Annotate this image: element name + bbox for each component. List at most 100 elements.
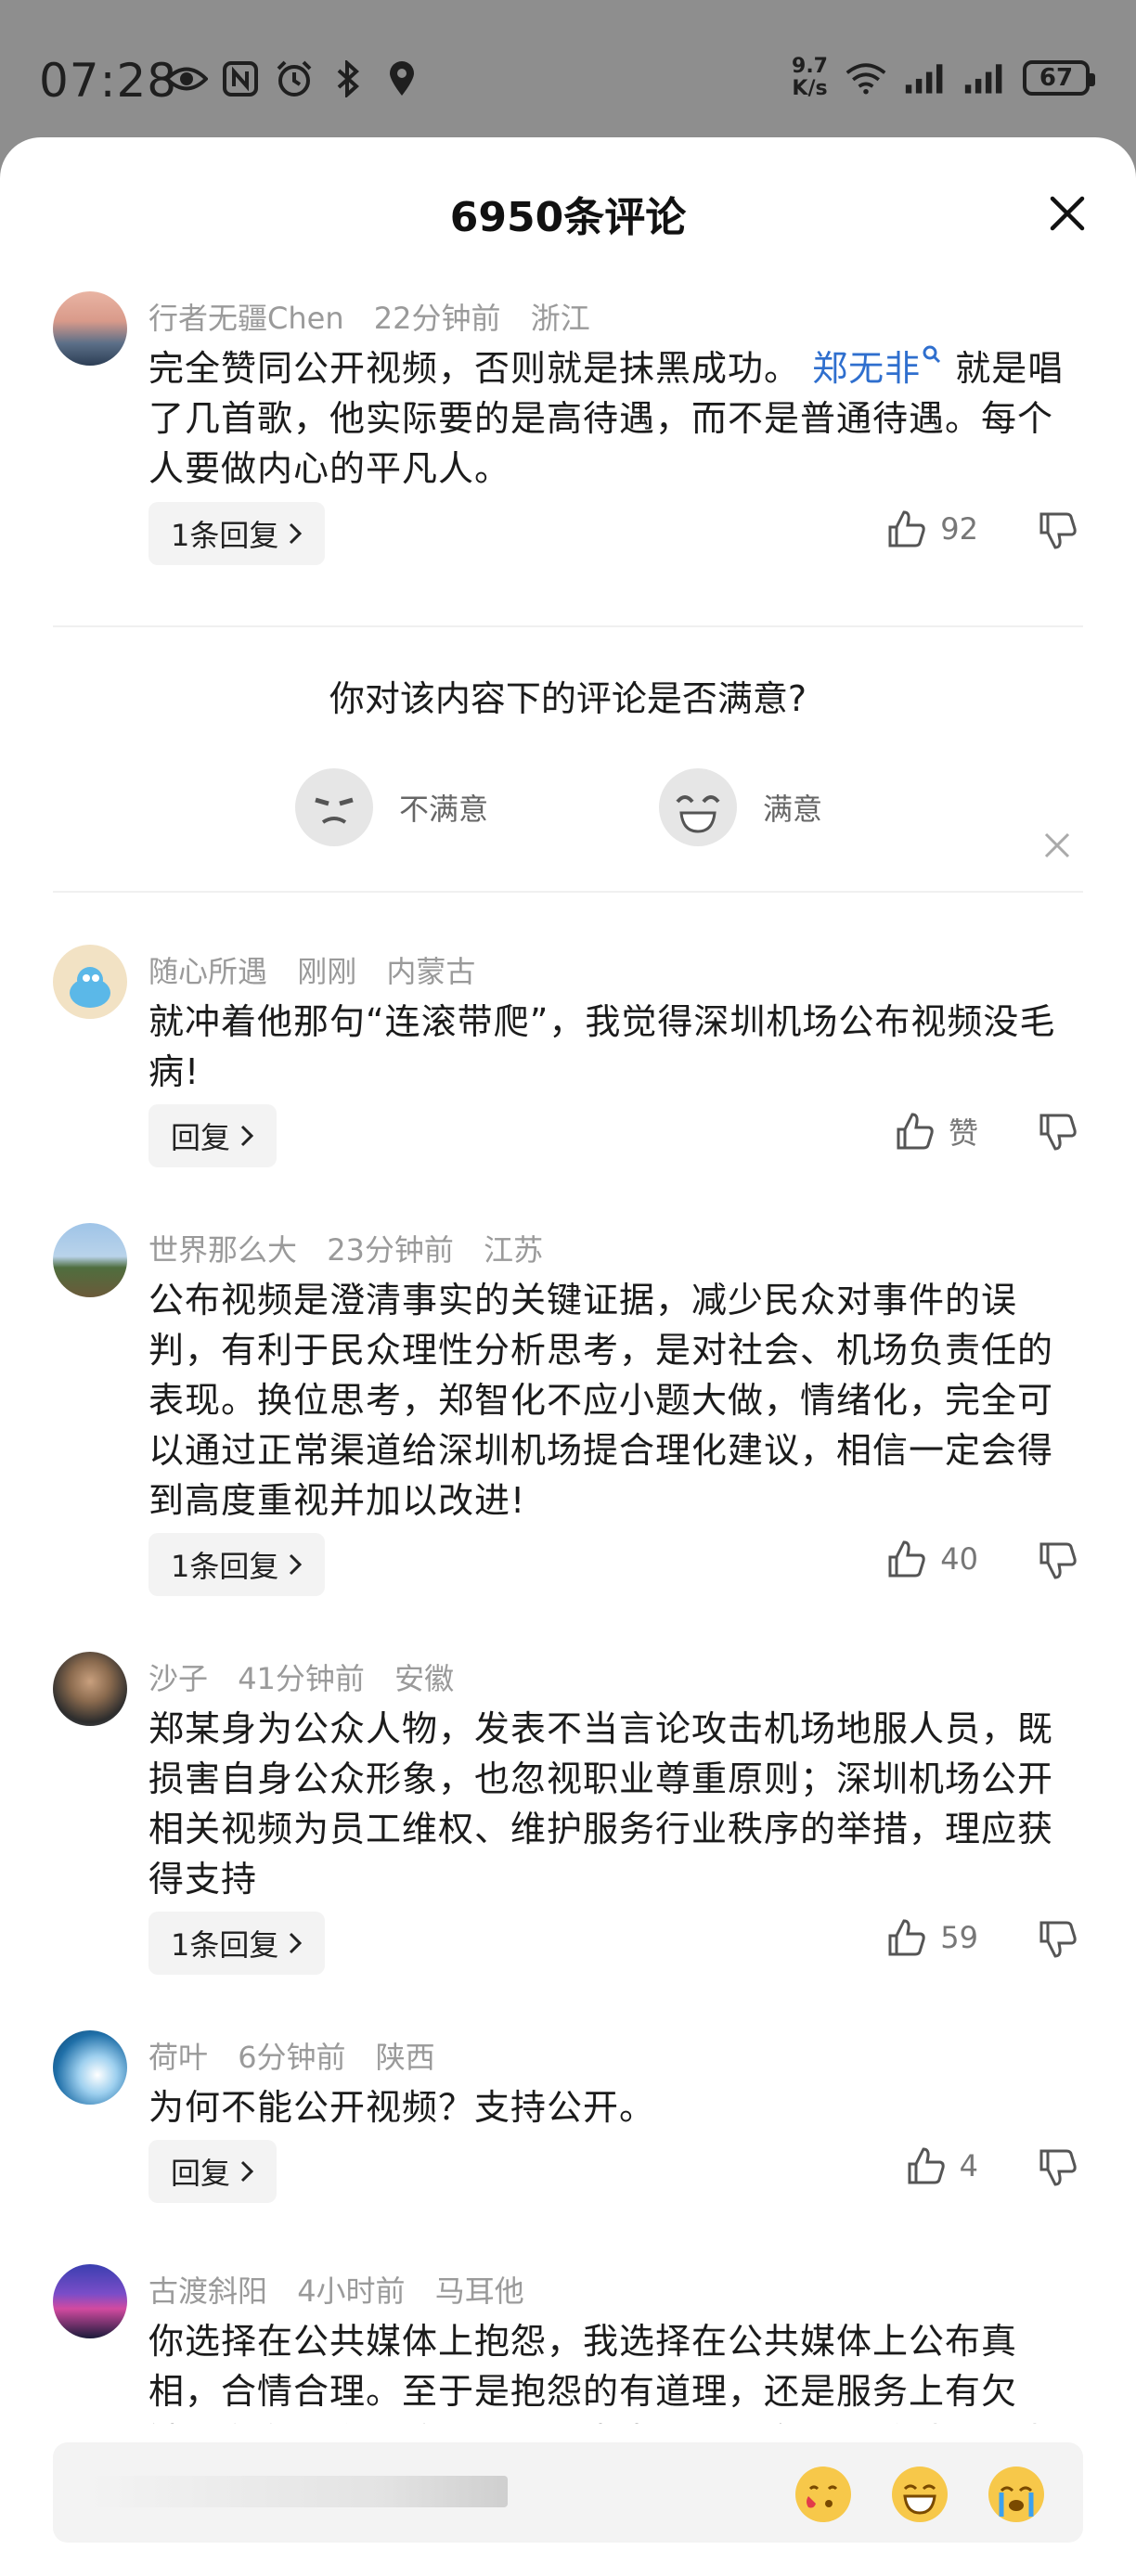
net-speed-unit: K/s bbox=[792, 77, 828, 100]
comment-text: 为何不能公开视频？支持公开。 bbox=[148, 2087, 656, 2128]
comment-location: 内蒙古 bbox=[386, 954, 476, 989]
comment-location: 陕西 bbox=[375, 2040, 435, 2075]
thumbs-down-icon[interactable] bbox=[1038, 1540, 1078, 1581]
like-button[interactable]: 59 bbox=[886, 1917, 978, 1958]
alarm-icon bbox=[273, 58, 316, 100]
avatar[interactable] bbox=[53, 945, 127, 1019]
wifi-icon bbox=[845, 57, 887, 99]
reply-button[interactable]: 1条回复 bbox=[148, 1912, 326, 1975]
comment-location: 江苏 bbox=[484, 1232, 544, 1268]
comment-time: 4小时前 bbox=[297, 2273, 406, 2309]
avatar[interactable] bbox=[53, 2030, 127, 2105]
net-speed: 9.7 K/s bbox=[792, 56, 828, 100]
reply-label: 回复 bbox=[171, 1120, 231, 1155]
like-button[interactable]: 4 bbox=[906, 2145, 978, 2186]
divider bbox=[53, 891, 1083, 893]
like-button[interactable]: 92 bbox=[886, 509, 978, 549]
search-icon bbox=[923, 345, 941, 364]
close-icon[interactable] bbox=[1047, 193, 1088, 234]
comment-meta: 随心所遇 刚刚 内蒙古 bbox=[148, 948, 496, 991]
comment-time: 6分钟前 bbox=[238, 2040, 346, 2075]
reply-button[interactable]: 1条回复 bbox=[148, 502, 326, 565]
comment-text: 你选择在公共媒体上抱怨，我选择在公共媒体上公布真相，合情合理。至于是抱怨的有道理… bbox=[148, 2321, 1052, 2431]
comment-meta: 古渡斜阳 4小时前 马耳他 bbox=[148, 2268, 545, 2311]
comment-time: 刚刚 bbox=[297, 954, 357, 989]
comment-meta: 行者无疆Chen 22分钟前 浙江 bbox=[148, 295, 611, 338]
like-button[interactable]: 40 bbox=[886, 1539, 978, 1579]
chevron-right-icon bbox=[290, 1553, 303, 1576]
grin-emoji-icon[interactable] bbox=[892, 2467, 948, 2522]
reply-label: 1条回复 bbox=[171, 518, 279, 553]
survey-option-label: 不满意 bbox=[399, 792, 489, 827]
comment-username[interactable]: 古渡斜阳 bbox=[148, 2273, 267, 2309]
chevron-right-icon bbox=[240, 1125, 254, 1147]
unhappy-face-icon bbox=[295, 768, 373, 846]
net-speed-value: 9.7 bbox=[792, 55, 828, 78]
avatar[interactable] bbox=[53, 291, 127, 366]
reply-button[interactable]: 回复 bbox=[148, 1104, 278, 1167]
status-icons bbox=[165, 58, 423, 100]
bluetooth-icon bbox=[327, 58, 369, 100]
like-count: 92 bbox=[940, 511, 978, 547]
comment-text: 完全赞同公开视频，否则就是抹黑成功。 郑无非 就是唱了几首歌，他实际要的是高待遇… bbox=[148, 343, 1086, 494]
comment-username[interactable]: 世界那么大 bbox=[148, 1232, 297, 1268]
reply-label: 1条回复 bbox=[171, 1927, 279, 1963]
thumbs-down-icon[interactable] bbox=[1038, 1112, 1078, 1153]
reply-label: 1条回复 bbox=[171, 1549, 279, 1584]
comment-time: 23分钟前 bbox=[327, 1232, 454, 1268]
mention-link[interactable]: 郑无非 bbox=[812, 345, 943, 389]
reply-label: 回复 bbox=[171, 2156, 231, 2191]
chevron-right-icon bbox=[290, 1932, 303, 1954]
comment-time: 22分钟前 bbox=[373, 301, 501, 336]
comment-text-part: 完全赞同公开视频，否则就是抹黑成功。 bbox=[148, 348, 801, 389]
comment-username[interactable]: 行者无疆Chen bbox=[148, 301, 344, 336]
comment-item: 古渡斜阳 4小时前 马耳他 你选择在公共媒体上抱怨，我选择在公共媒体上公布真相，… bbox=[0, 2264, 1136, 2431]
comment-input[interactable] bbox=[53, 2442, 1083, 2543]
kiss-emoji-icon[interactable] bbox=[795, 2467, 851, 2522]
survey-question: 你对该内容下的评论是否满意? bbox=[329, 678, 807, 719]
like-count: 4 bbox=[959, 2148, 978, 2183]
comment-text: 就冲着他那句“连滚带爬”，我觉得深圳机场公布视频没毛病! bbox=[148, 1001, 1056, 1092]
comment-location: 马耳他 bbox=[434, 2273, 524, 2309]
survey-option-unsatisfied[interactable]: 不满意 bbox=[295, 768, 488, 846]
avatar[interactable] bbox=[53, 2264, 127, 2338]
thumbs-down-icon[interactable] bbox=[1038, 1919, 1078, 1960]
close-icon[interactable] bbox=[1041, 830, 1073, 861]
comment-time: 41分钟前 bbox=[238, 1661, 365, 1696]
thumbs-down-icon[interactable] bbox=[1038, 2147, 1078, 2188]
survey-option-satisfied[interactable]: 满意 bbox=[659, 768, 822, 846]
thumbs-down-icon[interactable] bbox=[1038, 510, 1078, 551]
reply-button[interactable]: 回复 bbox=[148, 2140, 278, 2203]
comment-username[interactable]: 随心所遇 bbox=[148, 954, 267, 989]
sheet-title: 6950条评论 bbox=[449, 194, 687, 241]
input-placeholder bbox=[90, 2476, 508, 2507]
sheet-header: 6950条评论 bbox=[0, 137, 1136, 286]
avatar[interactable] bbox=[53, 1652, 127, 1726]
comment-username[interactable]: 荷叶 bbox=[148, 2040, 208, 2075]
comment-username[interactable]: 沙子 bbox=[148, 1661, 208, 1696]
comments-sheet: 6950条评论 行者无疆Chen 22分钟前 浙江 完全赞同公开视频，否则就是抹… bbox=[0, 137, 1136, 2576]
comment-meta: 荷叶 6分钟前 陕西 bbox=[148, 2034, 456, 2077]
divider bbox=[53, 625, 1083, 627]
status-time: 07:28 bbox=[39, 54, 178, 108]
like-button[interactable]: 赞 bbox=[895, 1110, 978, 1153]
battery-icon: 67 bbox=[1023, 60, 1095, 96]
crying-emoji-icon[interactable] bbox=[988, 2467, 1044, 2522]
chevron-right-icon bbox=[240, 2160, 254, 2183]
comment-meta: 世界那么大 23分钟前 江苏 bbox=[148, 1227, 563, 1269]
comment-location: 安徽 bbox=[394, 1661, 455, 1696]
comment-text: 郑某身为公众人物，发表不当言论攻击机场地服人员，既损害自身公众形象，也忽视职业尊… bbox=[148, 1708, 1054, 1900]
signal-icon-2 bbox=[963, 57, 1006, 99]
thumbs-up-icon bbox=[908, 2147, 945, 2184]
eye-icon bbox=[165, 58, 208, 100]
avatar[interactable] bbox=[53, 1223, 127, 1297]
like-count: 59 bbox=[940, 1920, 978, 1955]
survey-option-label: 满意 bbox=[763, 792, 823, 827]
status-right: 9.7 K/s 67 bbox=[792, 56, 1095, 100]
like-count: 赞 bbox=[948, 1115, 978, 1151]
reply-button[interactable]: 1条回复 bbox=[148, 1533, 326, 1596]
thumbs-up-icon bbox=[888, 1919, 925, 1956]
comment-meta: 沙子 41分钟前 安徽 bbox=[148, 1655, 474, 1698]
thumbs-up-icon bbox=[888, 510, 925, 547]
comment-text: 公布视频是澄清事实的关键证据，减少民众对事件的误判，有利于民众理性分析思考，是对… bbox=[148, 1280, 1054, 1521]
